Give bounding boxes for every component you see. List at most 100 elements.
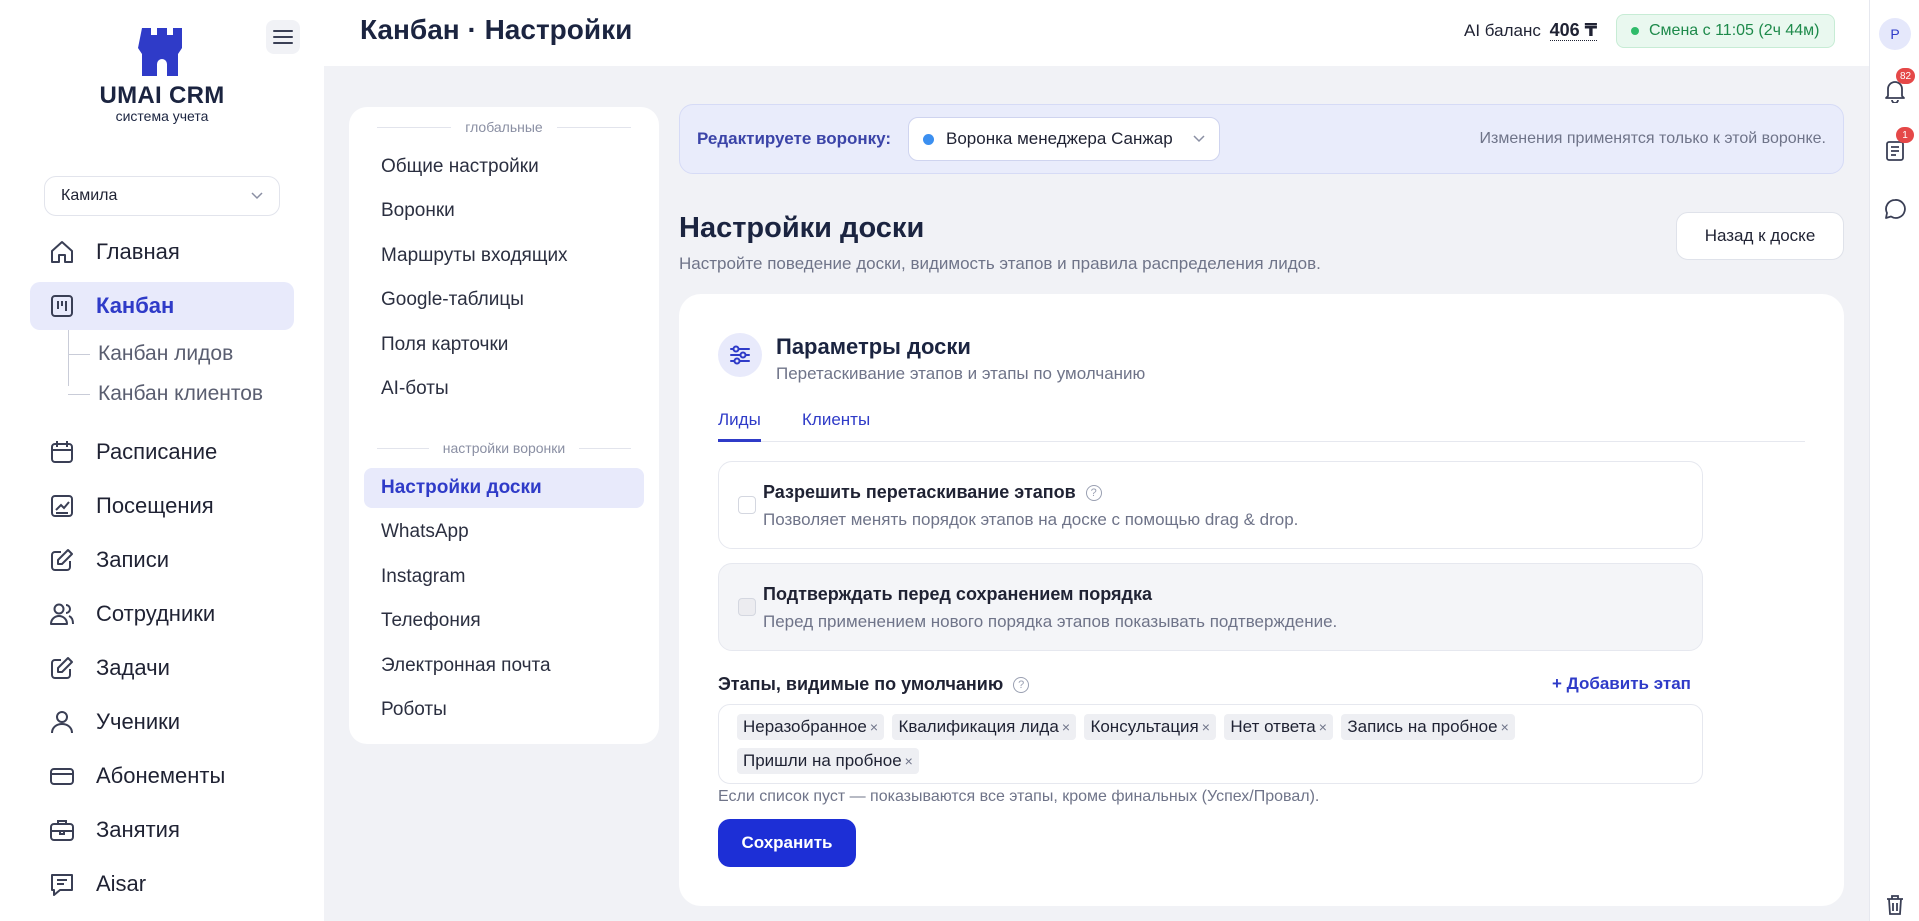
tab-leads[interactable]: Лиды — [718, 410, 761, 442]
notifications-button[interactable]: 82 — [1882, 68, 1916, 104]
trash-button[interactable] — [1882, 892, 1908, 918]
nav-label: Задачи — [96, 655, 170, 680]
allow-drag-checkbox[interactable] — [738, 496, 756, 514]
option-allow-drag[interactable]: Разрешить перетаскивание этапов ? Позвол… — [718, 461, 1703, 549]
nav-label: Посещения — [96, 493, 214, 518]
settings-item-ai-bots[interactable]: AI-боты — [364, 369, 644, 409]
user-icon — [48, 708, 76, 736]
briefcase-icon — [48, 816, 76, 844]
nav-label: Aisar — [96, 871, 147, 896]
nav-item-schedule[interactable]: Расписание — [30, 428, 294, 476]
settings-nav-card: глобальные Общие настройки Воронки Маршр… — [349, 107, 659, 744]
visible-stages-input[interactable]: Неразобранное × Квалификация лида × Консул… — [718, 704, 1703, 784]
nav-label: Канбан — [96, 293, 175, 318]
confirm-order-title: Подтверждать перед сохранением порядка — [763, 584, 1152, 604]
board-params-card: Параметры доски Перетаскивание этапов и … — [679, 294, 1844, 906]
nav-item-visits[interactable]: Посещения — [30, 482, 294, 530]
back-to-board-button[interactable]: Назад к доске — [1676, 212, 1844, 260]
chart-icon — [48, 492, 76, 520]
page-title: Канбан · Настройки — [360, 14, 633, 45]
help-icon[interactable]: ? — [1013, 676, 1030, 693]
hamburger-icon — [273, 30, 293, 44]
kanban-subnav: Канбан лидов Канбан клиентов — [68, 330, 294, 414]
option-confirm-order[interactable]: Подтверждать перед сохранением порядка П… — [718, 563, 1703, 651]
remove-chip-icon[interactable]: × — [1062, 719, 1070, 735]
nav-label: Абонементы — [96, 763, 226, 788]
right-rail: P 82 1 — [1869, 0, 1919, 921]
remove-chip-icon[interactable]: × — [870, 719, 878, 735]
confirm-order-checkbox[interactable] — [738, 598, 756, 616]
settings-item-email[interactable]: Электронная почта — [364, 646, 644, 686]
nav-item-home[interactable]: Главная — [30, 228, 294, 276]
confirm-order-description: Перед применением нового порядка этапов … — [763, 612, 1338, 631]
subnav-item-clients[interactable]: Канбан клиентов — [68, 374, 294, 414]
stage-chip: Консультация × — [1084, 714, 1216, 740]
ai-balance[interactable]: AI баланс 406 ₸ — [1464, 20, 1598, 41]
nav-item-subscriptions[interactable]: Абонементы — [30, 752, 294, 800]
settings-item-board[interactable]: Настройки доски — [364, 468, 644, 508]
stage-chip: Пришли на пробное × — [737, 748, 919, 774]
stage-chip: Нет ответа × — [1224, 714, 1333, 740]
funnel-banner-note: Изменения применятся только к этой ворон… — [1479, 130, 1826, 147]
user-select[interactable]: Камила — [44, 176, 280, 216]
menu-toggle-button[interactable] — [266, 20, 300, 54]
tab-clients[interactable]: Клиенты — [802, 410, 870, 442]
settings-item-routes[interactable]: Маршруты входящих — [364, 236, 644, 276]
settings-item-general[interactable]: Общие настройки — [364, 147, 644, 187]
kanban-icon — [48, 292, 76, 320]
nav-item-tasks[interactable]: Задачи — [30, 644, 294, 692]
nav-label: Ученики — [96, 709, 181, 734]
remove-chip-icon[interactable]: × — [1202, 719, 1210, 735]
funnel-banner-label: Редактируете воронку: — [697, 129, 892, 148]
nav-item-aisar[interactable]: Aisar — [30, 860, 294, 908]
shift-status-text: Смена с 11:05 (2ч 44м) — [1649, 22, 1820, 39]
nav-item-kanban[interactable]: Канбан — [30, 282, 294, 330]
documents-button[interactable]: 1 — [1882, 127, 1914, 163]
settings-item-telephony[interactable]: Телефония — [364, 601, 644, 641]
add-stage-link[interactable]: + Добавить этап — [1552, 674, 1691, 694]
subnav-item-leads[interactable]: Канбан лидов — [68, 334, 294, 374]
logo[interactable]: UMAI CRM система учета — [60, 26, 264, 124]
documents-count: 1 — [1896, 127, 1914, 143]
nav-label: Главная — [96, 239, 180, 264]
funnel-select-value: Воронка менеджера Санжар — [946, 129, 1173, 148]
params-tabs: Лиды Клиенты — [718, 410, 1805, 442]
avatar[interactable]: P — [1879, 18, 1911, 50]
help-icon[interactable]: ? — [1085, 484, 1102, 501]
section-label-funnel: настройки воронки — [377, 438, 631, 458]
ai-balance-label: AI баланс — [1464, 21, 1541, 40]
nav-item-records[interactable]: Записи — [30, 536, 294, 584]
nav-item-students[interactable]: Ученики — [30, 698, 294, 746]
nav-label: Сотрудники — [96, 601, 216, 626]
shift-status-dot — [1631, 27, 1639, 35]
users-icon — [48, 600, 76, 628]
shift-status-badge[interactable]: Смена с 11:05 (2ч 44м) — [1616, 14, 1835, 48]
remove-chip-icon[interactable]: × — [1319, 719, 1327, 735]
remove-chip-icon[interactable]: × — [1501, 719, 1509, 735]
message-icon — [48, 870, 76, 898]
board-settings-subtitle: Настройте поведение доски, видимость эта… — [679, 254, 1321, 273]
nav-label: Расписание — [96, 439, 218, 464]
funnel-select[interactable]: Воронка менеджера Санжар — [908, 117, 1220, 161]
settings-item-google-sheets[interactable]: Google-таблицы — [364, 280, 644, 320]
settings-item-card-fields[interactable]: Поля карточки — [364, 325, 644, 365]
settings-item-robots[interactable]: Роботы — [364, 690, 644, 730]
save-button[interactable]: Сохранить — [718, 819, 856, 867]
brand-tagline: система учета — [115, 108, 209, 124]
params-subtitle: Перетаскивание этапов и этапы по умолчан… — [776, 364, 1146, 383]
params-title: Параметры доски — [776, 334, 971, 359]
funnel-banner: Редактируете воронку: Воронка менеджера … — [679, 104, 1844, 174]
nav-item-staff[interactable]: Сотрудники — [30, 590, 294, 638]
nav-label: Записи — [96, 547, 170, 572]
chevron-down-icon — [251, 192, 263, 200]
remove-chip-icon[interactable]: × — [905, 753, 913, 769]
funnel-color-dot — [923, 133, 934, 145]
settings-item-whatsapp[interactable]: WhatsApp — [364, 512, 644, 552]
settings-item-instagram[interactable]: Instagram — [364, 557, 644, 597]
chat-button[interactable] — [1882, 196, 1908, 222]
stage-chip: Квалификация лида × — [892, 714, 1076, 740]
calendar-icon — [48, 438, 76, 466]
settings-item-funnels[interactable]: Воронки — [364, 191, 644, 231]
nav-item-classes[interactable]: Занятия — [30, 806, 294, 854]
sliders-icon — [718, 333, 762, 377]
